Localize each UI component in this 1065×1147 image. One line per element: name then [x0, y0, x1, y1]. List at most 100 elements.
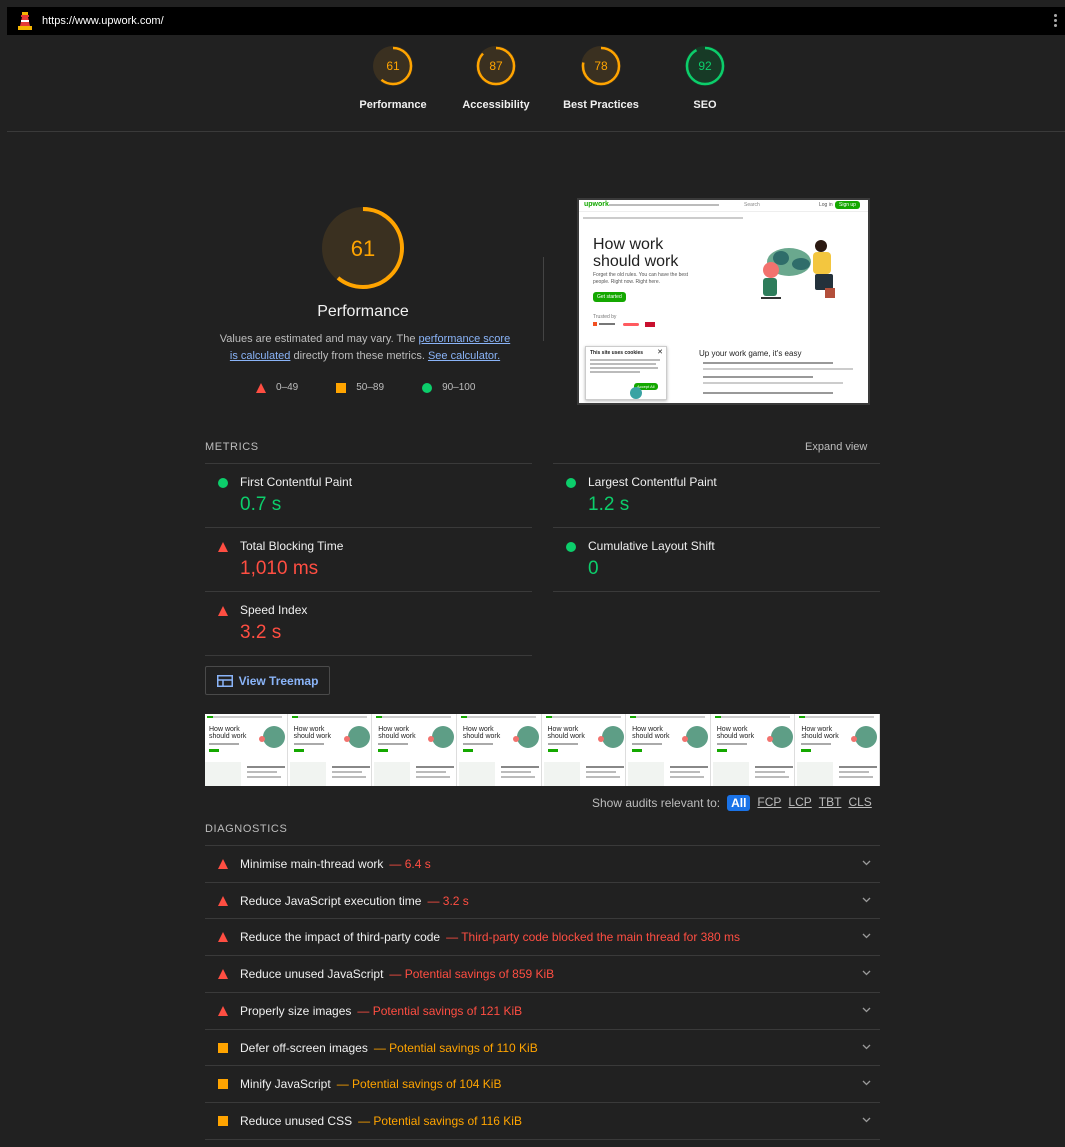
metric-value: 0.7 s: [240, 494, 282, 515]
metric-pass-icon: [218, 478, 228, 488]
chevron-down-icon[interactable]: [862, 1042, 871, 1053]
screenshot-logos: [593, 322, 663, 328]
metric-cumulative-layout-shift: Cumulative Layout Shift 0: [553, 527, 880, 591]
metric-name: First Contentful Paint: [240, 475, 353, 489]
filmstrip-headline: How work should work: [378, 726, 416, 740]
audit-display-value: — Potential savings of 121 KiB: [357, 1003, 523, 1018]
view-treemap-button[interactable]: View Treemap: [205, 666, 330, 695]
chevron-down-icon[interactable]: [862, 858, 871, 869]
metric-pass-icon: [566, 542, 576, 552]
audit-title: Minify JavaScript: [240, 1077, 331, 1092]
filmstrip-headline: How work should work: [293, 726, 331, 740]
desc-text-2: directly from these metrics.: [290, 350, 428, 362]
score-value: 92: [698, 59, 712, 73]
filmstrip-frame: How work should work: [289, 714, 373, 786]
screenshot-trusted: Trusted by: [593, 314, 617, 320]
score-gauge-ring: 61: [373, 46, 413, 86]
audit-item[interactable]: Defer off-screen images — Potential savin…: [205, 1028, 880, 1066]
metric-name: Largest Contentful Paint: [588, 475, 717, 489]
chevron-down-icon[interactable]: [862, 895, 871, 906]
score-header: 61 Performance 87 Accessibility 78 Best Pract…: [7, 35, 1065, 132]
score-value: 87: [489, 59, 503, 73]
audit-item[interactable]: Reduce unused CSS — Potential savings of …: [205, 1101, 880, 1139]
screenshot-headline-1: How work: [593, 236, 664, 253]
chevron-down-icon[interactable]: [862, 1078, 871, 1089]
metric-name: Cumulative Layout Shift: [588, 539, 715, 553]
expand-view-link[interactable]: Expand view: [805, 441, 867, 453]
lighthouse-icon: [18, 12, 32, 30]
screenshot-headline-2: should work: [593, 253, 679, 270]
filmstrip-frame: How work should work: [458, 714, 542, 786]
filmstrip-headline: How work should work: [209, 726, 247, 740]
metric-name: Speed Index: [240, 603, 308, 617]
performance-title: Performance: [317, 303, 409, 320]
audit-average-icon: [218, 1115, 228, 1126]
audit-item[interactable]: Minify JavaScript — Potential savings of …: [205, 1065, 880, 1102]
filter-chip-lcp[interactable]: LCP: [788, 795, 811, 811]
audit-average-icon: [218, 1079, 228, 1090]
score-label: SEO: [693, 99, 717, 111]
audit-fail-icon: [218, 895, 228, 906]
audit-display-value: — Potential savings of 859 KiB: [389, 967, 555, 982]
filter-chip-all[interactable]: All: [727, 795, 751, 811]
chevron-down-icon[interactable]: [862, 931, 871, 942]
chevron-down-icon[interactable]: [862, 1115, 871, 1126]
score-gauge-best-practices[interactable]: 78 Best Practices: [561, 45, 641, 111]
metric-value: 0: [588, 558, 599, 579]
filter-chip-cls[interactable]: CLS: [848, 795, 871, 811]
view-treemap-label: View Treemap: [238, 673, 319, 688]
audit-title: Reduce unused JavaScript: [240, 967, 384, 982]
audit-title: Minimise main-thread work: [240, 857, 384, 871]
metric-fail-icon: [218, 542, 228, 552]
legend-average-label: 50–89: [356, 382, 385, 393]
audit-item[interactable]: Reduce JavaScript execution time — 3.2 s: [205, 881, 880, 919]
metric-value: 1,010 ms: [240, 558, 319, 579]
score-gauge-seo[interactable]: 92 SEO: [665, 45, 745, 111]
metric-value: 3.2 s: [240, 622, 282, 643]
filter-chip-fcp[interactable]: FCP: [757, 795, 781, 811]
audit-display-value: — Third-party code blocked the main thre…: [446, 930, 741, 945]
legend-pass: 90–100: [422, 382, 475, 393]
score-label: Accessibility: [462, 99, 530, 111]
metric-first-contentful-paint: First Contentful Paint 0.7 s: [205, 463, 532, 527]
audit-fail-icon: [218, 932, 228, 943]
screenshot-cookie-banner: This site uses cookies ✕ Accept All: [585, 346, 667, 400]
screenshot-headline: How work should work: [593, 236, 678, 270]
chevron-down-icon[interactable]: [862, 968, 871, 979]
filmstrip-frame: How work should work: [374, 714, 457, 786]
screenshot-cta: Get started: [593, 292, 626, 302]
chevron-down-icon[interactable]: [862, 1005, 871, 1016]
screenshot-search: Search: [744, 202, 760, 208]
more-menu-icon[interactable]: [1054, 14, 1057, 27]
performance-gauge: 61: [322, 207, 404, 289]
filmstrip-frame: How work should work: [543, 714, 627, 786]
audit-title: Reduce unused CSS: [240, 1113, 353, 1128]
performance-score: 61: [351, 236, 375, 261]
audit-title: Reduce the impact of third-party code: [240, 930, 441, 945]
score-label: Best Practices: [563, 99, 639, 111]
score-gauge-accessibility[interactable]: 87 Accessibility: [456, 45, 536, 111]
metrics-right-border: [553, 591, 880, 592]
audit-item[interactable]: Reduce unused JavaScript — Potential savi…: [205, 955, 880, 992]
score-label: Performance: [359, 99, 427, 111]
filmstrip-headline: How work should work: [716, 726, 755, 740]
filter-chip-tbt[interactable]: TBT: [819, 795, 842, 811]
audit-item[interactable]: Properly size images — Potential savings …: [205, 991, 880, 1029]
audit-item[interactable]: Minimise main-thread work — 6.4 s: [205, 845, 880, 882]
metric-fail-icon: [218, 606, 228, 616]
see-calculator-link[interactable]: See calculator.: [428, 350, 500, 362]
final-screenshot: upwork Search Log in Sign up How work sh…: [577, 198, 870, 405]
metric-name: Total Blocking Time: [240, 539, 344, 553]
legend-fail-label: 0–49: [276, 382, 299, 393]
audit-item[interactable]: Reduce the impact of third-party code — T…: [205, 918, 880, 955]
fail-triangle-icon: [256, 382, 266, 393]
metric-speed-index: Speed Index 3.2 s: [205, 591, 532, 655]
score-gauge-performance[interactable]: 61 Performance: [353, 45, 433, 111]
filmstrip: How work should work How work should work Ho…: [205, 714, 880, 786]
audit-display-value: — 3.2 s: [427, 893, 469, 908]
filmstrip-frame: How work should work: [628, 714, 711, 786]
screenshot-nav: upwork Search Log in Sign up: [579, 200, 868, 212]
filmstrip-frame: How work should work: [797, 714, 880, 786]
audit-title: Properly size images: [240, 1003, 352, 1018]
report-url[interactable]: https://www.upwork.com/: [42, 15, 164, 27]
